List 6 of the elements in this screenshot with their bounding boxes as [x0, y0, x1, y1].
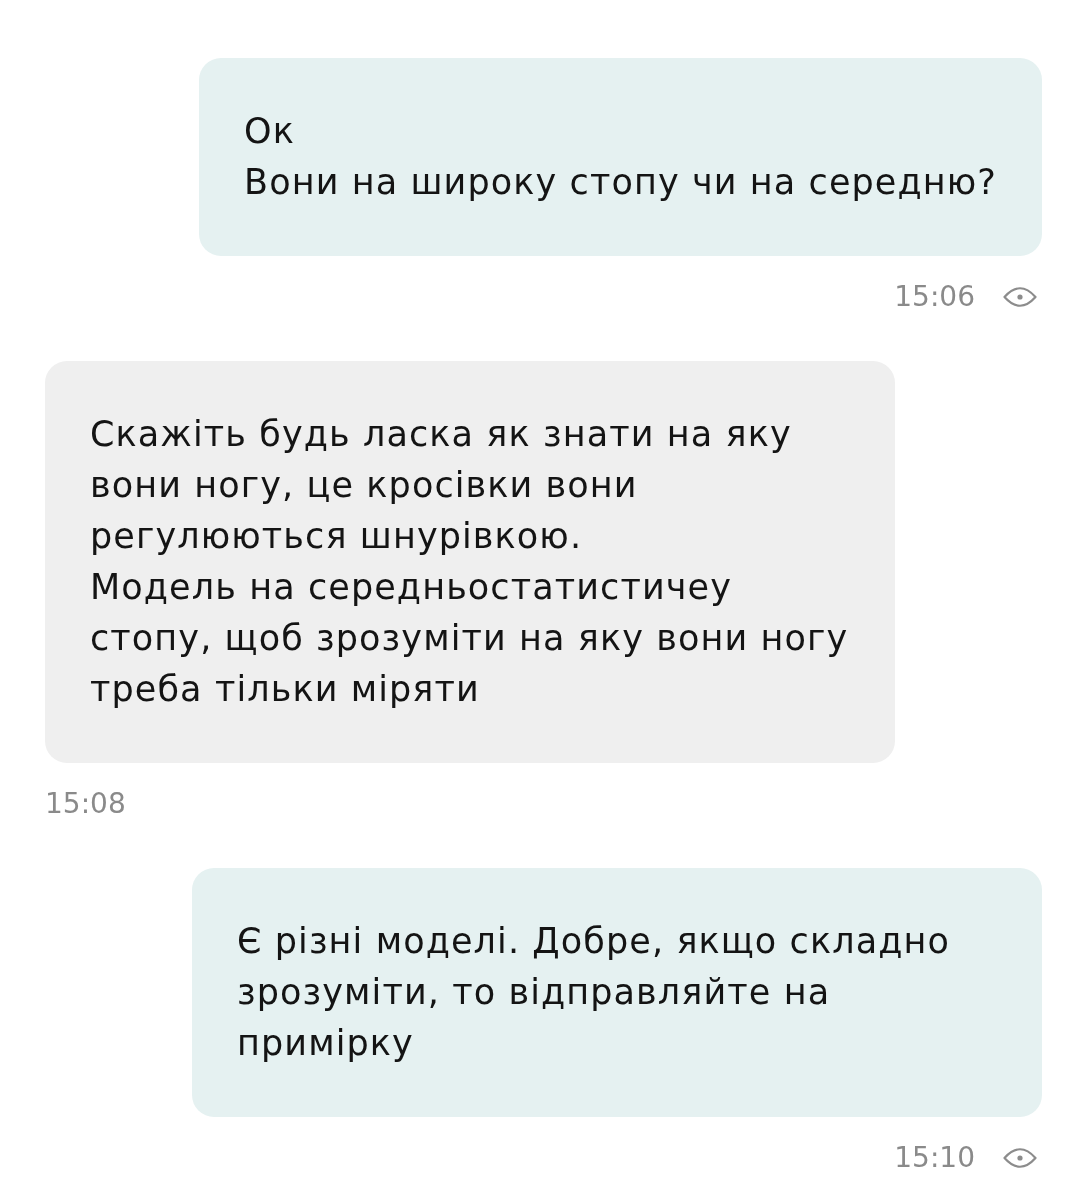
message-time: 15:08 [45, 787, 126, 821]
message-time: 15:06 [894, 280, 975, 314]
message-text: Є різні моделі. Добре, якщо складно зрозуміти, то відправляйте на примірку [237, 920, 951, 1065]
message-text: Скажіть будь ласка як знати на яку вони ногу, це кросівки вони регулюються шнурівкою. Модель на середньостатистичеу стопу, щоб зрозуміти на яку вони ногу треба тільки міряти [90, 413, 850, 711]
message-text: Ок Вони на широку стопу чи на середню? [244, 110, 997, 204]
message-time: 15:10 [894, 1141, 975, 1175]
